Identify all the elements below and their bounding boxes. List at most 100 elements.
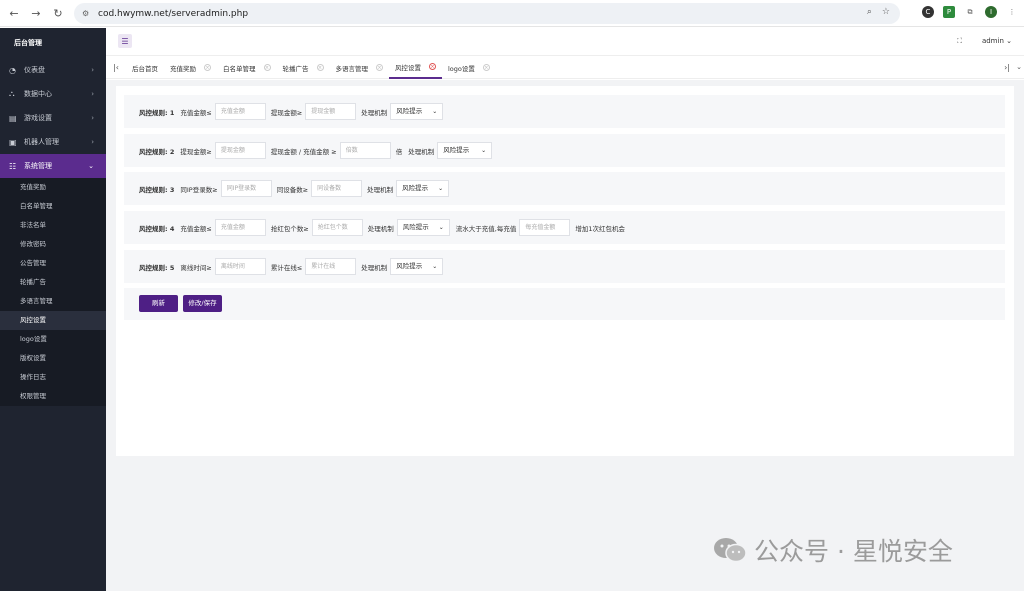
sidebar-sub-copyright[interactable]: 版权设置 xyxy=(0,349,106,368)
tab-home[interactable]: 后台首页 xyxy=(126,57,164,79)
system-icon: ☷ xyxy=(9,161,17,171)
offline-time-input[interactable]: 离线时间 xyxy=(214,258,266,275)
recharge-amount-input[interactable]: 充值金额 xyxy=(214,103,266,120)
refresh-button[interactable]: 刷新 xyxy=(139,295,178,312)
tab-scroll-left-icon[interactable]: |‹ xyxy=(106,63,126,72)
same-ip-login-input[interactable]: 同IP登录数 xyxy=(220,180,272,197)
tab-scroll-right-icon[interactable]: ›| xyxy=(1004,63,1010,72)
close-icon[interactable]: × xyxy=(429,63,436,70)
tab-label: 轮播广告 xyxy=(282,64,309,73)
same-device-input[interactable]: 同设备数 xyxy=(311,180,363,197)
field-label: 处理机制 xyxy=(367,185,394,194)
sidebar-sub-languages[interactable]: 多语言管理 xyxy=(0,292,106,311)
sidebar-sub-permissions[interactable]: 权限管理 xyxy=(0,387,106,406)
tab-label: 充值奖励 xyxy=(170,64,196,73)
recharge-amount-input[interactable]: 充值金额 xyxy=(214,219,266,236)
withdraw-amount-input[interactable]: 提现金额 xyxy=(305,103,357,120)
wechat-watermark: 公众号 · 星悦安全 xyxy=(712,532,953,568)
select-value: 风险提示 xyxy=(402,184,429,192)
field-label: 提现金额≥ xyxy=(180,147,212,156)
tab-logo[interactable]: logo设置 × xyxy=(442,57,496,79)
close-icon[interactable]: × xyxy=(482,64,490,71)
extensions-puzzle-icon[interactable]: ⧉ xyxy=(964,6,976,18)
tab-label: 多语言管理 xyxy=(335,64,369,73)
sidebar-item-robot[interactable]: ▣ 机器人管理 › xyxy=(0,130,106,154)
close-icon[interactable]: × xyxy=(263,64,271,71)
menu-toggle-icon[interactable]: ☰ xyxy=(118,34,132,48)
sidebar-sub-risk-control[interactable]: 风控设置 xyxy=(0,311,106,330)
select-value: 风险提示 xyxy=(396,262,423,270)
rule-title: 风控规则: 1 xyxy=(139,108,175,117)
mechanism-select[interactable]: 风险提示 ⌄ xyxy=(390,103,444,120)
close-icon[interactable]: × xyxy=(316,64,324,71)
fullscreen-icon[interactable]: ⛶ xyxy=(957,37,962,46)
sidebar-item-data-center[interactable]: ⛬ 数据中心 › xyxy=(0,82,106,106)
rule-title: 风控规则: 2 xyxy=(139,147,175,156)
rule-row-2: 风控规则: 2 提现金额≥ 提现金额 提现金额 / 充值金额 ≥ 倍数 倍 处理… xyxy=(124,134,1005,167)
browser-menu-icon[interactable]: ⋮ xyxy=(1006,6,1018,18)
chevron-down-icon: ⌄ xyxy=(1006,37,1012,45)
online-total-input[interactable]: 累计在线 xyxy=(305,258,357,275)
close-icon[interactable]: × xyxy=(376,64,383,71)
chevron-down-icon: ⌄ xyxy=(88,162,94,170)
mechanism-select[interactable]: 风险提示 ⌄ xyxy=(390,258,444,275)
field-label: 处理机制 xyxy=(408,147,435,156)
game-settings-icon: ▤ xyxy=(9,113,17,123)
forward-arrow-icon[interactable]: → xyxy=(28,5,44,21)
top-header: ☰ ⛶ admin ⌄ xyxy=(106,28,1024,56)
url-text[interactable]: cod.hwymw.net/serveradmin.php xyxy=(98,9,248,19)
sidebar-item-system[interactable]: ☷ 系统管理 ⌄ xyxy=(0,154,106,178)
sidebar-sub-operation-log[interactable]: 操作日志 xyxy=(0,368,106,387)
tab-recharge-reward[interactable]: 充值奖励 × xyxy=(164,57,217,79)
chevron-right-icon: › xyxy=(91,138,94,146)
sidebar-sub-recharge-reward[interactable]: 充值奖励 xyxy=(0,178,106,197)
sidebar-sub-change-password[interactable]: 修改密码 xyxy=(0,235,106,254)
site-info-icon[interactable]: ⚙ xyxy=(82,9,92,19)
extension-c-icon[interactable]: C xyxy=(922,6,934,18)
extension-green-icon[interactable]: P xyxy=(943,6,955,18)
sidebar-sub-whitelist[interactable]: 白名单管理 xyxy=(0,197,106,216)
sidebar-sub-illegal-list[interactable]: 非法名单 xyxy=(0,216,106,235)
mechanism-select[interactable]: 风险提示 ⌄ xyxy=(396,219,450,236)
sidebar-sub-announcements[interactable]: 公告管理 xyxy=(0,254,106,273)
field-label: 处理机制 xyxy=(361,108,388,117)
sidebar-item-dashboard[interactable]: ◔ 仪表盘 › xyxy=(0,58,106,82)
rule-row-1: 风控规则: 1 充值金额≤ 充值金额 提现金额≥ 提现金额 处理机制 风险提示 ⌄ xyxy=(124,95,1005,128)
reload-icon[interactable]: ↻ xyxy=(50,5,66,21)
select-value: 风险提示 xyxy=(402,223,429,231)
zoom-icon[interactable]: ⌕ xyxy=(867,7,872,17)
browser-toolbar: ← → ↻ ⚙ cod.hwymw.net/serveradmin.php ⌕ … xyxy=(0,0,1024,27)
multiple-input[interactable]: 倍数 xyxy=(339,142,391,159)
tab-languages[interactable]: 多语言管理 × xyxy=(330,57,390,79)
rule-row-3: 风控规则: 3 同IP登录数≥ 同IP登录数 同设备数≥ 同设备数 处理机制 风… xyxy=(124,172,1005,205)
chevron-right-icon: › xyxy=(91,90,94,98)
select-value: 风险提示 xyxy=(396,107,423,115)
admin-user-menu[interactable]: admin ⌄ xyxy=(982,37,1012,45)
save-button[interactable]: 修改/保存 xyxy=(183,295,222,312)
withdraw-amount-input[interactable]: 提现金额 xyxy=(214,142,266,159)
sidebar-sub-carousel-ads[interactable]: 轮播广告 xyxy=(0,273,106,292)
chevron-right-icon: › xyxy=(91,66,94,74)
per-recharge-amount-input[interactable]: 每充值金额 xyxy=(519,219,571,236)
mechanism-select[interactable]: 风险提示 ⌄ xyxy=(437,142,493,159)
rule-title: 风控规则: 3 xyxy=(139,185,175,194)
close-icon[interactable]: × xyxy=(204,64,211,71)
bookmark-star-icon[interactable]: ☆ xyxy=(882,7,890,17)
back-arrow-icon[interactable]: ← xyxy=(6,5,22,21)
tab-more-icon[interactable]: ⌄ xyxy=(1016,63,1022,71)
tab-whitelist[interactable]: 白名单管理 × xyxy=(217,57,277,79)
chevron-down-icon: ⌄ xyxy=(432,263,438,270)
chevron-down-icon: ⌄ xyxy=(438,185,444,192)
sidebar-item-game-settings[interactable]: ▤ 游戏设置 › xyxy=(0,106,106,130)
mechanism-select[interactable]: 风险提示 ⌄ xyxy=(396,180,450,197)
address-bar[interactable]: ⚙ cod.hwymw.net/serveradmin.php ⌕ ☆ xyxy=(74,3,900,24)
field-label: 累计在线≤ xyxy=(270,263,303,272)
profile-avatar[interactable]: I xyxy=(985,6,997,18)
tab-carousel-ads[interactable]: 轮播广告 × xyxy=(277,57,330,79)
tab-risk-control[interactable]: 风控设置 × xyxy=(389,57,442,79)
sidebar-sub-logo[interactable]: logo设置 xyxy=(0,330,106,349)
tab-bar: |‹ 后台首页 充值奖励 × 白名单管理 × 轮播广告 × 多语言管理 × 风控设置 × … xyxy=(106,57,1024,79)
sidebar-item-label: 游戏设置 xyxy=(24,114,52,122)
red-packet-count-input[interactable]: 抢红包个数 xyxy=(311,219,363,236)
field-label: 抢红包个数≥ xyxy=(270,224,309,233)
